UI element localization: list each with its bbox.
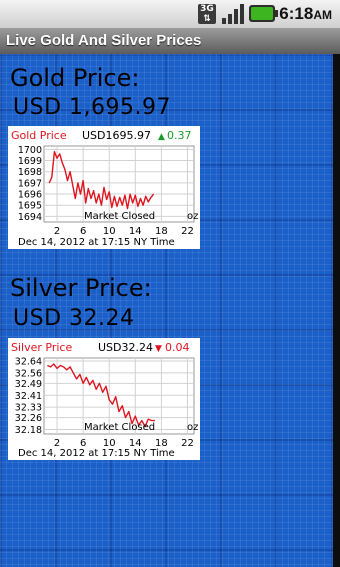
gold-y-tick-label: 1695: [18, 201, 42, 212]
gold-y-tick-label: 1697: [18, 178, 42, 189]
battery-icon: [249, 5, 278, 22]
clock-ampm: AM: [313, 8, 332, 22]
gold-y-tick-label: 1694: [18, 212, 42, 223]
gold-chart-header-price: USD1695.97: [82, 129, 151, 142]
silver-y-tick-label: 32.49: [15, 379, 42, 390]
gold-x-tick-label: 6: [80, 226, 86, 237]
silver-chart-change-arrow: ▼: [155, 344, 162, 354]
gold-chart-svg: Gold Price USD1695.97 ▲ 0.37 17001699169…: [11, 129, 198, 248]
gold-chart-plot-area: 1700169916981697169616951694 2 6 10 14 18 22: [18, 145, 195, 237]
silver-chart-timestamp: Dec 14, 2012 at 17:15 NY Time: [18, 448, 175, 459]
silver-chart-svg: Silver Price USD32.24 ▼ 0.04 32.6432.563…: [11, 341, 198, 459]
clock-time: 6:18: [279, 4, 314, 23]
gold-x-tick-label: 22: [181, 226, 194, 237]
network-label: 3G: [200, 4, 214, 14]
gold-y-tick-label: 1696: [18, 190, 42, 201]
silver-x-tick-label: 22: [181, 438, 194, 449]
silver-y-tick-label: 32.56: [15, 368, 42, 379]
gold-chart-change-value: 0.37: [167, 129, 192, 142]
gold-x-tick-label: 10: [103, 226, 116, 237]
app-title: Live Gold And Silver Prices: [6, 32, 202, 49]
battery-level: [251, 7, 273, 20]
signal-strength-icon: [222, 4, 244, 24]
gold-x-tick-label: 14: [129, 226, 142, 237]
gold-chart-change-arrow: ▲: [158, 132, 165, 142]
gold-y-tick-label: 1698: [18, 167, 42, 178]
status-clock: 6:18AM: [279, 4, 332, 24]
silver-chart-unit: oz: [187, 422, 198, 433]
silver-chart-plot-area: 32.6432.5632.4932.4132.3332.2632.182 6 10 1…: [15, 356, 195, 449]
gold-price-chart[interactable]: Gold Price USD1695.97 ▲ 0.37 1700 1699 169…: [8, 126, 200, 249]
silver-price-value: USD 32.24: [13, 306, 135, 331]
network-3g-icon: 3G ⇅: [198, 4, 216, 24]
silver-price-chart[interactable]: Silver Price USD32.24 ▼ 0.04 32.64 32.56 3…: [8, 338, 200, 460]
silver-y-tick-label: 32.33: [15, 403, 42, 414]
gold-x-tick-label: 18: [155, 226, 168, 237]
silver-y-tick-label: 32.64: [15, 356, 42, 367]
silver-chart-change-value: 0.04: [165, 341, 190, 354]
gold-chart-timestamp: Dec 14, 2012 at 17:15 NY Time: [18, 237, 175, 248]
silver-y-tick-label: 32.26: [15, 413, 42, 424]
scroll-edge: [333, 54, 340, 567]
app-title-bar: Live Gold And Silver Prices: [0, 29, 340, 54]
gold-price-value: USD 1,695.97: [13, 95, 171, 120]
silver-y-tick-label: 32.18: [15, 425, 42, 436]
silver-price-label: Silver Price:: [10, 274, 152, 302]
silver-y-tick-label: 32.41: [15, 391, 42, 402]
gold-y-tick-label: 1699: [18, 156, 42, 167]
gold-price-label: Gold Price:: [10, 64, 140, 92]
status-bar: 3G ⇅ 6:18AM: [0, 0, 340, 29]
silver-chart-header-price: USD32.24: [98, 341, 153, 354]
silver-chart-market-status: Market Closed: [84, 422, 155, 433]
gold-y-tick-label: 1700: [18, 145, 42, 156]
gold-chart-header-name: Gold Price: [11, 129, 67, 142]
silver-chart-header-name: Silver Price: [11, 341, 72, 354]
gold-x-tick-label: 2: [54, 226, 60, 237]
gold-chart-unit: oz: [187, 211, 198, 222]
gold-chart-market-status: Market Closed: [84, 211, 155, 222]
